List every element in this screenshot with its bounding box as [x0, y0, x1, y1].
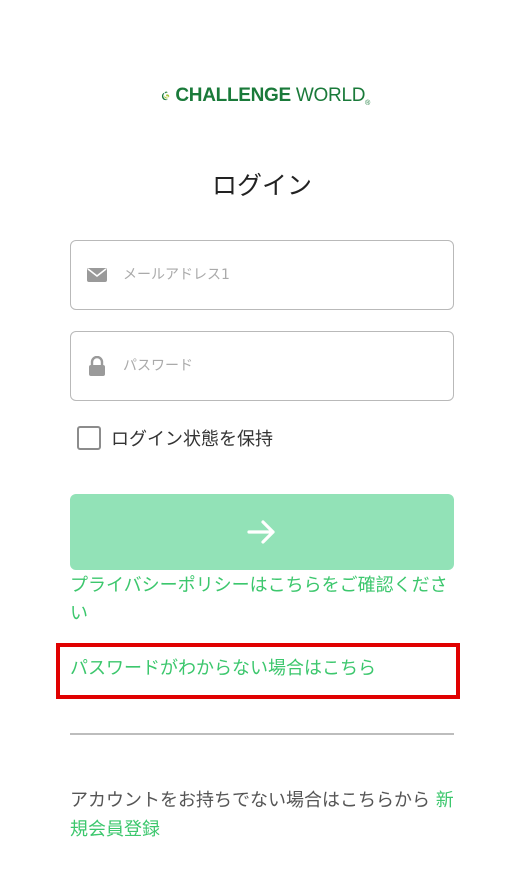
remember-login[interactable]: ログイン状態を保持: [77, 425, 273, 451]
brand-logo: CHALLENGE WORLD®: [160, 76, 370, 116]
logo-registered-mark: ®: [365, 100, 370, 107]
envelope-icon: [87, 265, 107, 285]
login-submit-button[interactable]: [70, 494, 454, 570]
divider: [70, 733, 454, 735]
lock-icon: [87, 356, 107, 376]
privacy-policy-link[interactable]: プライバシーポリシーはこちらをご確認ください: [70, 572, 454, 628]
password-input[interactable]: [121, 357, 425, 375]
remember-label[interactable]: ログイン状態を保持: [111, 425, 273, 451]
password-field[interactable]: [70, 331, 454, 401]
page-title: ログイン: [211, 171, 312, 200]
forgot-password-link[interactable]: パスワードがわからない場合はこちら: [70, 655, 376, 683]
logo-mark-icon: [161, 91, 170, 101]
signup-text: アカウントをお持ちでない場合はこちらから: [70, 790, 436, 811]
logo-text-bold: CHALLENGE: [175, 85, 291, 106]
email-field[interactable]: [70, 240, 454, 310]
arrow-right-icon: [247, 520, 275, 544]
logo-text-light: WORLD: [295, 85, 366, 106]
email-input[interactable]: [121, 266, 425, 284]
remember-checkbox[interactable]: [77, 426, 101, 450]
signup-prompt: アカウントをお持ちでない場合はこちらから 新規会員登録: [70, 786, 470, 844]
